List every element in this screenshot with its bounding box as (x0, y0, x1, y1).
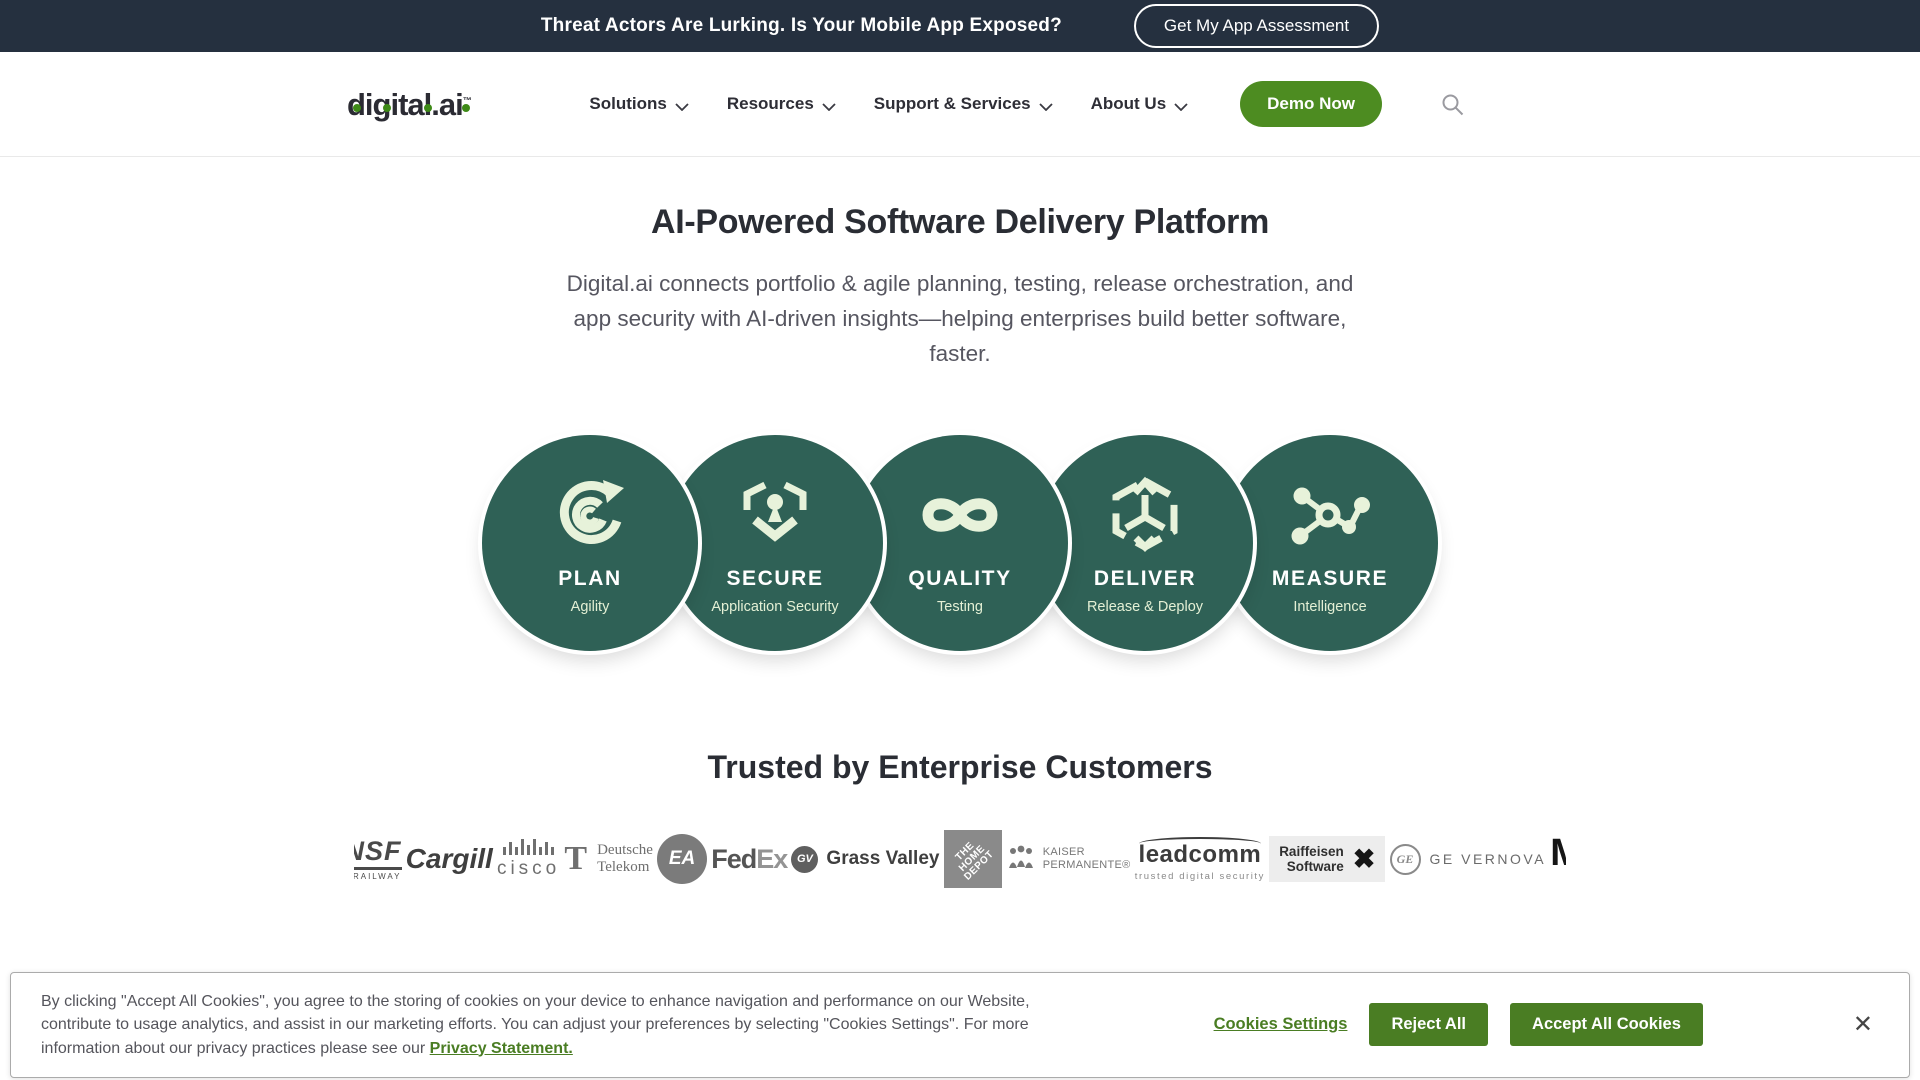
logo-ge-vernova: GE GE VERNOVA (1390, 844, 1547, 875)
grass-valley-name: Grass Valley (826, 848, 939, 870)
trusted-heading: Trusted by Enterprise Customers (0, 749, 1920, 786)
customer-logo-carousel: BNSF RAILWAY Cargill cisco T DeutscheTel… (354, 826, 1566, 892)
leadcomm-tagline: trusted digital security (1135, 871, 1265, 882)
deliver-cube-arrows-icon (1105, 475, 1185, 555)
logo-bnsf: BNSF RAILWAY (354, 838, 402, 881)
hero-subtitle: Digital.ai connects portfolio & agile pl… (545, 266, 1375, 371)
pillar-title: QUALITY (908, 567, 1011, 591)
pillar-subtitle: Application Security (711, 599, 838, 615)
logo-text: digital.ai (347, 87, 463, 122)
close-icon[interactable]: ✕ (1853, 1013, 1873, 1037)
quality-infinity-icon (914, 475, 1006, 555)
reject-all-button[interactable]: Reject All (1369, 1003, 1488, 1046)
announcement-banner: Threat Actors Are Lurking. Is Your Mobil… (0, 0, 1920, 52)
logo-kaiser-permanente: KAISERPERMANENTE® (1006, 844, 1131, 875)
logo-raiffeisen-software: RaiffeisenSoftware ✖ (1269, 836, 1385, 882)
chevron-down-icon (1039, 96, 1053, 116)
nav-label: Support & Services (874, 94, 1031, 114)
chevron-down-icon (822, 96, 836, 116)
cisco-bars-icon (503, 839, 554, 855)
cookies-settings-link[interactable]: Cookies Settings (1214, 1015, 1348, 1034)
privacy-statement-link[interactable]: Privacy Statement. (430, 1040, 573, 1057)
logo-green-dot (383, 104, 391, 112)
pillar-title: PLAN (558, 567, 622, 591)
home-depot-square-icon: THE HOME DEPOT (944, 830, 1002, 888)
logo-deutsche-telekom: T DeutscheTelekom (564, 840, 653, 878)
plan-cycle-icon (551, 475, 629, 555)
ea-circle-icon: EA (657, 834, 707, 884)
pillar-quality[interactable]: QUALITY Testing (852, 435, 1068, 651)
nav-item-support-services[interactable]: Support & Services (874, 93, 1053, 116)
cargill-wordmark: Cargill (406, 843, 493, 875)
pillar-title: MEASURE (1272, 567, 1388, 591)
pillar-title: SECURE (726, 567, 823, 591)
nav-label: Solutions (589, 94, 666, 114)
demo-now-button[interactable]: Demo Now (1240, 81, 1382, 127)
announcement-text: Threat Actors Are Lurking. Is Your Mobil… (541, 15, 1062, 37)
pillar-deliver[interactable]: DELIVER Release & Deploy (1037, 435, 1253, 651)
fedex-ex: Ex (756, 844, 787, 875)
pillar-subtitle: Release & Deploy (1087, 599, 1203, 615)
kaiser-figures-icon (1006, 844, 1036, 875)
m-letter: M (1550, 836, 1566, 870)
nav-label: About Us (1091, 94, 1167, 114)
cookie-message: By clicking "Accept All Cookies", you ag… (41, 990, 1081, 1061)
bnsf-wordmark: BNSF (354, 838, 402, 870)
search-icon[interactable] (1440, 92, 1465, 117)
pillar-subtitle: Agility (571, 599, 610, 615)
ge-monogram-icon: GE (1390, 844, 1421, 875)
accept-all-cookies-button[interactable]: Accept All Cookies (1510, 1003, 1703, 1046)
secure-shield-keyhole-icon (737, 475, 813, 555)
cookie-consent-banner: By clicking "Accept All Cookies", you ag… (10, 972, 1910, 1079)
fedex-fed: Fed (711, 844, 756, 875)
raiffeisen-name: RaiffeisenSoftware (1279, 844, 1344, 874)
kaiser-name: KAISERPERMANENTE® (1043, 846, 1131, 872)
site-header: digital.ai™ Solutions Resources Support … (0, 52, 1920, 157)
logo-green-dot (353, 104, 361, 112)
bnsf-railway-text: RAILWAY (354, 872, 402, 881)
logo-green-dot (424, 104, 432, 112)
logo-ea: EA (657, 834, 707, 884)
logo-home-depot: THE HOME DEPOT (944, 830, 1002, 888)
nav-item-resources[interactable]: Resources (727, 93, 836, 116)
chevron-down-icon (675, 96, 689, 116)
pillar-measure[interactable]: MEASURE Intelligence (1222, 435, 1438, 651)
leadcomm-wordmark: leadcomm (1139, 837, 1262, 869)
logo-leadcomm: leadcomm trusted digital security (1135, 837, 1265, 882)
logo-m-partial: M (1550, 836, 1566, 882)
logo-green-dot (462, 104, 470, 112)
nav-label: Resources (727, 94, 814, 114)
pillar-title: DELIVER (1094, 567, 1196, 591)
pillar-plan[interactable]: PLAN Agility (482, 435, 698, 651)
pillar-subtitle: Testing (937, 599, 983, 615)
raiffeisen-gable-cross-icon: ✖ (1353, 846, 1376, 873)
logo-cisco: cisco (497, 839, 560, 880)
digital-ai-logo[interactable]: digital.ai™ (347, 89, 472, 120)
cookie-actions: Cookies Settings Reject All Accept All C… (1214, 1003, 1703, 1046)
digital-ai-homepage: Threat Actors Are Lurking. Is Your Mobil… (0, 0, 1920, 1080)
hero-section: AI-Powered Software Delivery Platform Di… (0, 203, 1920, 371)
platform-pillars: PLAN Agility SECURE Application Security (0, 435, 1920, 651)
nav-item-solutions[interactable]: Solutions (589, 93, 688, 116)
measure-network-icon (1286, 475, 1374, 555)
nav-item-about-us[interactable]: About Us (1091, 93, 1189, 116)
grass-valley-badge-icon: GV (791, 846, 818, 873)
telekom-name: DeutscheTelekom (597, 842, 653, 876)
ge-vernova-name: GE VERNOVA (1430, 851, 1547, 867)
logo-grass-valley: GV Grass Valley (791, 846, 939, 873)
cisco-wordmark: cisco (497, 858, 560, 880)
logo-cargill: Cargill (406, 843, 493, 875)
chevron-down-icon (1174, 96, 1188, 116)
telekom-t-icon: T (564, 840, 587, 878)
pillar-subtitle: Intelligence (1293, 599, 1366, 615)
page-title: AI-Powered Software Delivery Platform (0, 203, 1920, 242)
main-nav: Solutions Resources Support & Services A… (589, 93, 1188, 116)
app-assessment-button[interactable]: Get My App Assessment (1134, 4, 1379, 48)
pillar-secure[interactable]: SECURE Application Security (667, 435, 883, 651)
logo-fedex: FedEx (711, 844, 787, 875)
